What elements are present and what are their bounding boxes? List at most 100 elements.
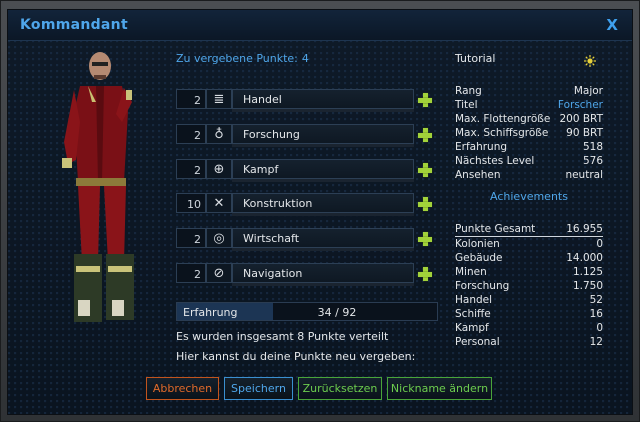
stat-value: Forscher: [557, 99, 603, 111]
achievement-key: Schiffe: [455, 308, 491, 320]
stat-key: Max. Flottengröße: [455, 113, 551, 125]
achievement-row: Handel 52: [455, 294, 603, 308]
stat-value: 518: [582, 141, 603, 153]
stat-key: Max. Schiffsgröße: [455, 127, 549, 139]
skill-progress-bar: [232, 213, 414, 216]
stat-value: 90 BRT: [566, 127, 603, 139]
experience-value: 34 / 92: [317, 306, 357, 319]
skill-row-navigation: 2 ⊘ Navigation: [176, 263, 436, 287]
stat-key: Titel: [455, 99, 478, 111]
achievement-row: Kampf 0: [455, 322, 603, 336]
add-point-button[interactable]: [416, 91, 434, 109]
stat-key: Rang: [455, 85, 482, 97]
title-bar: Kommandant X: [8, 10, 632, 41]
achievement-value: 16.955: [566, 223, 603, 235]
stat-key: Nächstes Level: [455, 155, 535, 167]
rename-button[interactable]: Nickname ändern: [387, 377, 492, 400]
stat-row: Max. Flottengröße 200 BRT: [455, 113, 603, 127]
stat-row: Titel Forscher: [455, 99, 603, 113]
achievement-row: Personal 12: [455, 336, 603, 350]
achievement-row: Punkte Gesamt 16.955: [455, 223, 603, 237]
achievement-key: Handel: [455, 294, 493, 306]
lightbulb-icon: ♁: [206, 124, 232, 144]
skill-progress-bar: [232, 248, 414, 251]
skill-progress-bar: [232, 109, 414, 112]
skill-value: 10: [176, 193, 206, 213]
points-value: 4: [301, 52, 309, 65]
compass-icon: ⊘: [206, 263, 232, 283]
tools-icon: ✕: [206, 193, 232, 213]
stat-value: 200 BRT: [559, 113, 603, 125]
achievement-divider: [455, 236, 603, 237]
reset-button[interactable]: Zurücksetzen: [298, 377, 382, 400]
achievement-row: Gebäude 14.000: [455, 252, 603, 266]
achievement-value: 0: [596, 238, 603, 250]
add-point-button[interactable]: [416, 126, 434, 144]
experience-bar: Erfahrung 34 / 92: [176, 302, 438, 321]
skill-name: Forschung: [232, 124, 414, 144]
skill-name: Kampf: [232, 159, 414, 179]
skill-row-handel: 2 ≣ Handel: [176, 89, 436, 113]
skill-name: Handel: [232, 89, 414, 109]
achievement-row: Forschung 1.750: [455, 280, 603, 294]
skill-progress-bar: [232, 283, 414, 286]
stat-key: Erfahrung: [455, 141, 508, 153]
save-button[interactable]: Speichern: [224, 377, 293, 400]
achievement-key: Kampf: [455, 322, 489, 334]
stat-row: Erfahrung 518: [455, 141, 603, 155]
skill-row-forschung: 2 ♁ Forschung: [176, 124, 436, 148]
add-point-button[interactable]: [416, 265, 434, 283]
achievement-row: Minen 1.125: [455, 266, 603, 280]
skill-value: 2: [176, 263, 206, 283]
points-label: Zu vergebene Punkte:: [176, 52, 298, 65]
stat-row: Ansehen neutral: [455, 169, 603, 183]
achievement-key: Forschung: [455, 280, 510, 292]
achievement-value: 1.125: [572, 266, 603, 278]
achievement-key: Kolonien: [455, 238, 500, 250]
skill-row-wirtschaft: 2 ◎ Wirtschaft: [176, 228, 436, 252]
stat-row: Max. Schiffsgröße 90 BRT: [455, 127, 603, 141]
redistribute-info: Hier kannst du deine Punkte neu vergeben…: [176, 350, 416, 363]
distributed-info: Es wurden insgesamt 8 Punkte verteilt: [176, 330, 389, 343]
experience-label: Erfahrung: [183, 306, 238, 319]
skill-name: Konstruktion: [232, 193, 414, 213]
achievement-key: Personal: [455, 336, 500, 348]
skill-value: 2: [176, 159, 206, 179]
achievement-value: 16: [589, 308, 603, 320]
tutorial-label: Tutorial: [455, 52, 496, 65]
achievements-link[interactable]: Achievements: [455, 190, 603, 203]
stat-value: 576: [582, 155, 603, 167]
stat-row: Rang Major: [455, 85, 603, 99]
stat-value: Major: [573, 85, 603, 97]
stat-key: Ansehen: [455, 169, 501, 181]
add-point-button[interactable]: [416, 161, 434, 179]
skill-name: Wirtschaft: [232, 228, 414, 248]
add-point-button[interactable]: [416, 195, 434, 213]
cancel-button[interactable]: Abbrechen: [146, 377, 219, 400]
achievement-key: Punkte Gesamt: [455, 223, 536, 235]
achievement-value: 1.750: [572, 280, 603, 292]
book-icon: ≣: [206, 89, 232, 109]
coins-icon: ◎: [206, 228, 232, 248]
stat-row: Nächstes Level 576: [455, 155, 603, 169]
add-point-button[interactable]: [416, 230, 434, 248]
close-button[interactable]: X: [606, 16, 618, 34]
achievement-key: Minen: [455, 266, 487, 278]
skill-progress-bar: [232, 179, 414, 182]
skill-progress-bar: [232, 144, 414, 147]
achievement-row: Kolonien 0: [455, 238, 603, 252]
skill-row-kampf: 2 ⊕ Kampf: [176, 159, 436, 183]
stat-value: neutral: [565, 169, 603, 181]
skill-value: 2: [176, 124, 206, 144]
achievement-value: 12: [589, 336, 603, 348]
sun-icon[interactable]: [584, 55, 596, 67]
achievement-key: Gebäude: [455, 252, 503, 264]
skill-value: 2: [176, 89, 206, 109]
commander-avatar: [62, 52, 134, 322]
skill-row-konstruktion: 10 ✕ Konstruktion: [176, 193, 436, 217]
achievement-value: 0: [596, 322, 603, 334]
dialog-title: Kommandant: [20, 17, 128, 33]
achievement-value: 52: [589, 294, 603, 306]
crosshair-icon: ⊕: [206, 159, 232, 179]
skill-value: 2: [176, 228, 206, 248]
